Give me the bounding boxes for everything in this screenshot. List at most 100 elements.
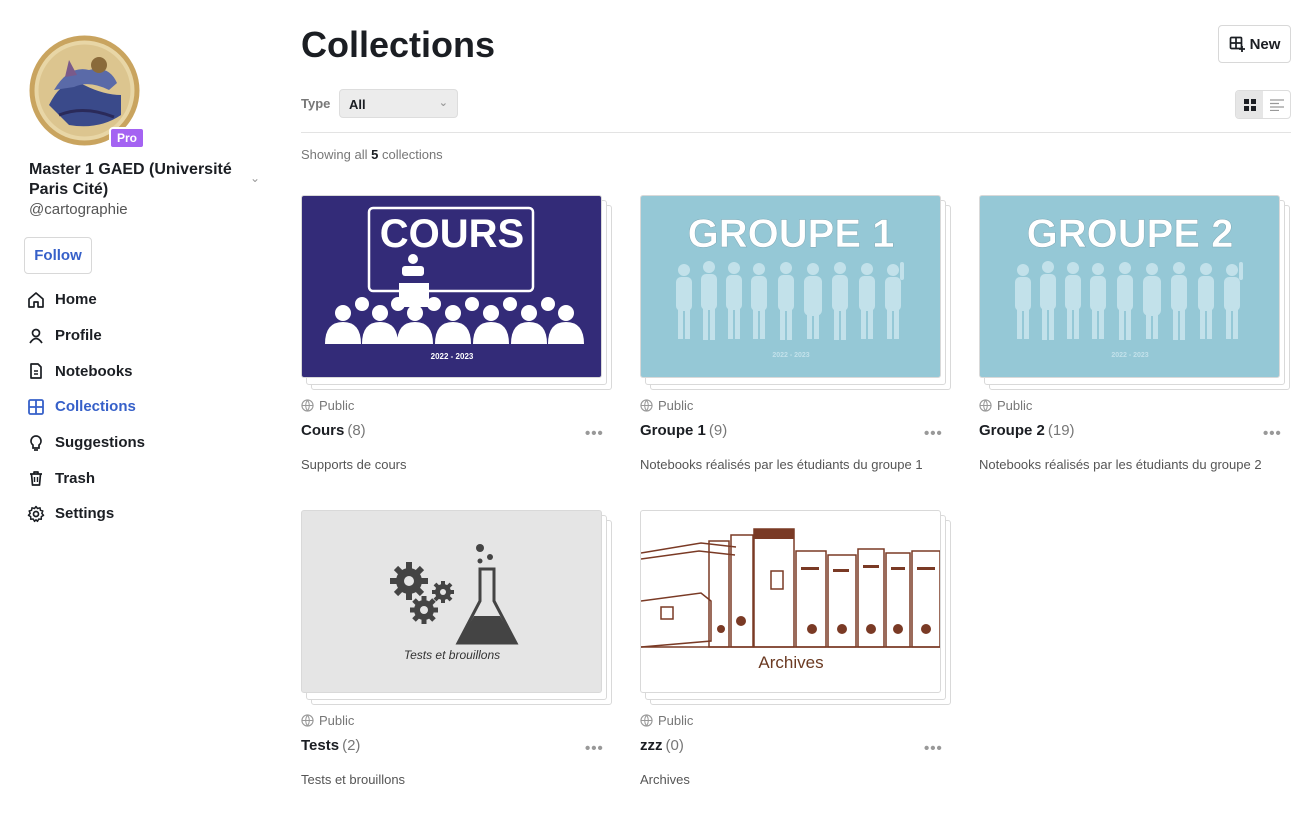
collection-count: (2) — [342, 737, 361, 754]
groupe2-thumb-title: GROUPE 2 — [1027, 212, 1234, 256]
globe-icon — [301, 399, 314, 412]
cours-thumb-title: COURS — [380, 212, 524, 256]
results-prefix: Showing all — [301, 147, 368, 162]
visibility-text: Public — [658, 713, 694, 728]
sidebar-item-label: Home — [55, 291, 97, 309]
collection-title-text: zzz — [640, 737, 663, 754]
collection-thumbnail[interactable]: Tests et brouillons — [301, 510, 602, 693]
page-title: Collections — [301, 24, 496, 65]
groupe2-thumb-year: 2022 - 2023 — [1111, 352, 1148, 359]
sidebar-item-suggestions[interactable]: Suggestions — [27, 425, 145, 461]
collection-description: Archives — [640, 772, 690, 787]
visibility-label: Public — [640, 713, 693, 728]
person-icon — [29, 328, 43, 344]
new-collection-button[interactable]: New — [1218, 25, 1291, 63]
visibility-text: Public — [658, 398, 694, 413]
globe-icon — [979, 399, 992, 412]
sidebar-item-label: Collections — [55, 398, 136, 416]
globe-icon — [640, 399, 653, 412]
gear-icon — [27, 505, 45, 523]
sidebar-item-trash[interactable]: Trash — [27, 460, 145, 496]
thumbnail-stack: Tests et brouillons — [301, 510, 613, 710]
type-filter-value: All — [349, 97, 366, 112]
org-name: Master 1 GAED (Université Paris Cité) — [29, 161, 232, 198]
sidebar-item-label: Profile — [55, 327, 102, 345]
collection-count: (0) — [665, 737, 684, 754]
results-suffix: collections — [381, 147, 443, 162]
chevron-down-icon[interactable]: ⌄ — [250, 171, 260, 185]
new-button-label: New — [1249, 35, 1281, 53]
visibility-label: Public — [979, 398, 1032, 413]
more-options-icon[interactable]: ••• — [585, 425, 604, 442]
visibility-label: Public — [301, 398, 354, 413]
collection-card-tests[interactable]: Tests et brouillons Public Tests (2) ••• … — [301, 510, 613, 810]
sidebar-item-profile[interactable]: Profile — [27, 318, 145, 354]
more-options-icon[interactable]: ••• — [924, 425, 943, 442]
more-options-icon[interactable]: ••• — [924, 740, 943, 757]
home-icon — [28, 291, 44, 308]
groupe1-thumb-title: GROUPE 1 — [688, 212, 895, 256]
type-filter-label: Type — [301, 96, 331, 111]
collection-title[interactable]: Groupe 1 (9) — [640, 422, 727, 439]
collection-title-text: Groupe 2 — [979, 422, 1045, 439]
grid-view-icon — [1243, 98, 1256, 111]
type-filter-select[interactable]: All ⌄ — [339, 89, 458, 118]
collection-title[interactable]: Tests (2) — [301, 737, 360, 754]
collection-count: (9) — [708, 422, 728, 439]
sidebar-item-label: Trash — [55, 469, 96, 487]
divider — [301, 132, 1291, 133]
sidebar-item-label: Notebooks — [55, 362, 133, 380]
collection-title[interactable]: zzz (0) — [640, 737, 684, 754]
collection-card-cours[interactable]: COURS 2022 - 2023 Public Cours (8) ••• S… — [301, 195, 613, 495]
globe-icon — [640, 714, 653, 727]
lightbulb-icon — [30, 434, 42, 451]
sidebar-item-collections[interactable]: Collections — [27, 389, 145, 425]
visibility-label: Public — [640, 398, 693, 413]
thumbnail-stack: COURS 2022 - 2023 — [301, 195, 613, 395]
archives-thumb-caption: Archives — [758, 653, 823, 672]
collection-card-groupe-2[interactable]: GROUPE 2 2022 - 2023 Public Groupe 2 (19… — [979, 195, 1291, 495]
trash-icon — [30, 471, 42, 487]
collection-thumbnail[interactable]: GROUPE 2 2022 - 2023 — [979, 195, 1280, 378]
follow-button[interactable]: Follow — [24, 237, 92, 274]
groupe1-thumb-year: 2022 - 2023 — [772, 352, 809, 359]
grid-icon — [28, 399, 44, 415]
more-options-icon[interactable]: ••• — [585, 740, 604, 757]
list-view-icon — [1269, 98, 1284, 111]
collection-card-zzz[interactable]: Archives Public zzz (0) ••• Archives — [640, 510, 952, 810]
view-toggle — [1235, 90, 1291, 119]
thumbnail-stack: Archives — [640, 510, 952, 710]
more-options-icon[interactable]: ••• — [1263, 425, 1282, 442]
collection-thumbnail[interactable]: COURS 2022 - 2023 — [301, 195, 602, 378]
collection-thumbnail[interactable]: GROUPE 1 2022 - 2023 — [640, 195, 941, 378]
visibility-label: Public — [301, 713, 354, 728]
notebook-icon — [30, 363, 42, 380]
list-view-button[interactable] — [1263, 91, 1290, 118]
collection-description: Tests et brouillons — [301, 772, 406, 787]
pro-badge: Pro — [109, 127, 146, 149]
collection-count: (19) — [1047, 422, 1075, 439]
collection-description: Notebooks réalisés par les étudiants du … — [979, 457, 1262, 472]
sidebar-item-settings[interactable]: Settings — [27, 496, 145, 532]
visibility-text: Public — [319, 398, 355, 413]
collection-title[interactable]: Cours (8) — [301, 422, 366, 439]
thumbnail-stack: GROUPE 1 2022 - 2023 — [640, 195, 952, 395]
org-handle: @cartographie — [29, 201, 128, 218]
collection-count: (8) — [347, 422, 366, 439]
sidebar-item-home[interactable]: Home — [27, 282, 145, 318]
add-grid-icon — [1229, 36, 1245, 52]
sidebar-item-label: Settings — [55, 505, 115, 523]
chevron-down-icon: ⌄ — [438, 97, 448, 109]
sidebar-item-label: Suggestions — [55, 434, 146, 452]
results-number: 5 — [371, 147, 379, 162]
collection-thumbnail[interactable]: Archives — [640, 510, 941, 693]
collection-title[interactable]: Groupe 2 (19) — [979, 422, 1075, 439]
collection-title-text: Groupe 1 — [640, 422, 706, 439]
collection-title-text: Cours — [301, 422, 345, 439]
avatar-wrap: Pro — [29, 35, 146, 149]
grid-view-button[interactable] — [1236, 91, 1263, 118]
sidebar-item-notebooks[interactable]: Notebooks — [27, 353, 145, 389]
collection-card-groupe-1[interactable]: GROUPE 1 2022 - 2023 Public Groupe 1 (9)… — [640, 195, 952, 495]
visibility-text: Public — [997, 398, 1033, 413]
collection-description: Notebooks réalisés par les étudiants du … — [640, 457, 923, 472]
